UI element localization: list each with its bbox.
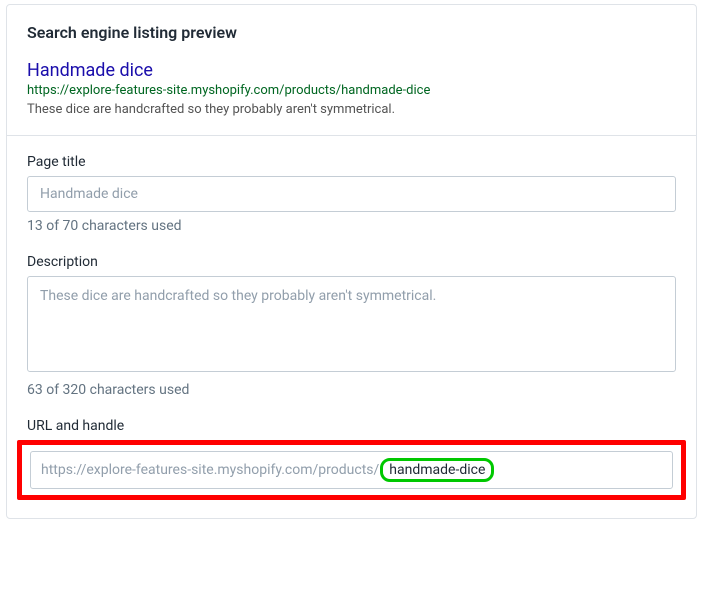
- seo-listing-card: Search engine listing preview Handmade d…: [6, 4, 697, 519]
- url-handle-field: URL and handle https://explore-features-…: [27, 418, 676, 500]
- url-handle-value: handmade-dice: [380, 458, 494, 482]
- url-prefix: https://explore-features-site.myshopify.…: [41, 462, 379, 478]
- page-title-label: Page title: [27, 154, 676, 170]
- url-handle-label: URL and handle: [27, 418, 676, 434]
- annotation-highlight-red: https://explore-features-site.myshopify.…: [17, 440, 686, 500]
- page-title-input[interactable]: [27, 176, 676, 212]
- page-title-field: Page title 13 of 70 characters used: [27, 154, 676, 234]
- edit-section: Page title 13 of 70 characters used Desc…: [7, 135, 696, 518]
- description-label: Description: [27, 254, 676, 270]
- url-handle-input[interactable]: https://explore-features-site.myshopify.…: [30, 451, 673, 489]
- page-title-helper: 13 of 70 characters used: [27, 218, 676, 234]
- preview-url: https://explore-features-site.myshopify.…: [27, 83, 676, 98]
- description-helper: 63 of 320 characters used: [27, 382, 676, 398]
- description-input[interactable]: These dice are handcrafted so they proba…: [27, 276, 676, 372]
- preview-title: Handmade dice: [27, 60, 676, 81]
- preview-description: These dice are handcrafted so they proba…: [27, 102, 676, 117]
- preview-section: Search engine listing preview Handmade d…: [7, 5, 696, 135]
- section-heading: Search engine listing preview: [27, 23, 676, 42]
- description-field: Description These dice are handcrafted s…: [27, 254, 676, 398]
